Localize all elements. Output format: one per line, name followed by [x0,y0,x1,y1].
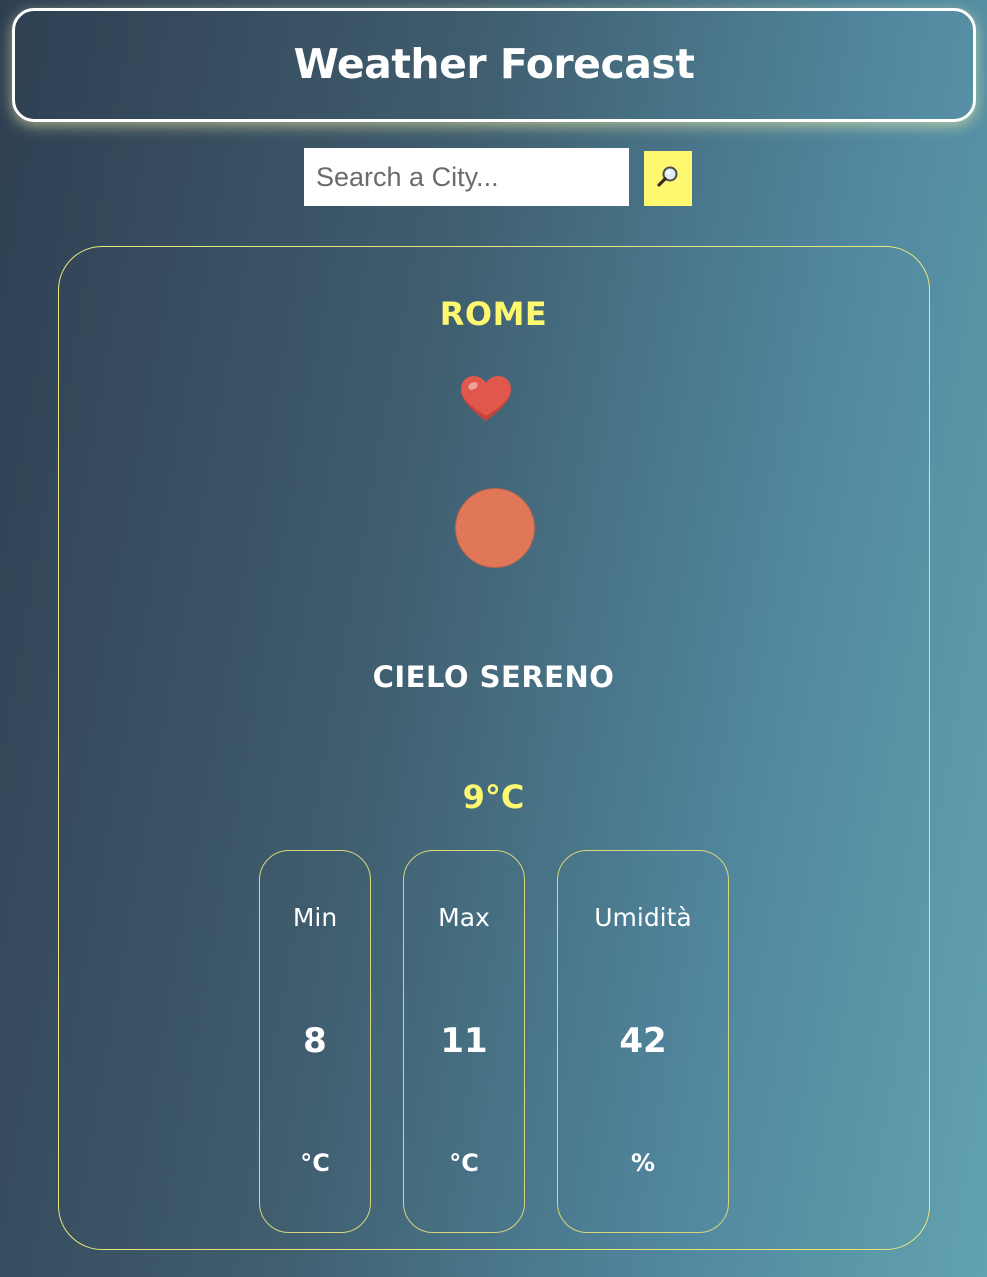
search-button[interactable] [644,151,692,206]
stat-value: 8 [303,1021,327,1061]
min-temp-card: Min 8 °C [259,850,371,1233]
heart-icon[interactable] [458,374,514,424]
stat-value: 11 [440,1021,488,1061]
stat-label: Umidità [594,903,692,932]
city-name: ROME [439,295,548,333]
current-temperature: 9°C [462,778,525,816]
search-input[interactable] [304,148,629,206]
page-title: Weather Forecast [293,40,695,88]
stat-unit: °C [300,1149,330,1177]
stat-unit: °C [449,1149,479,1177]
magnifying-glass-icon [655,164,681,193]
sun-icon [455,488,535,568]
weather-description: CIELO SERENO [372,660,615,694]
stat-value: 42 [619,1021,667,1061]
humidity-card: Umidità 42 % [557,850,729,1233]
stat-unit: % [630,1149,656,1177]
max-temp-card: Max 11 °C [403,850,525,1233]
header-banner: Weather Forecast [12,8,976,122]
stat-label: Min [292,903,338,932]
stat-label: Max [438,903,490,932]
